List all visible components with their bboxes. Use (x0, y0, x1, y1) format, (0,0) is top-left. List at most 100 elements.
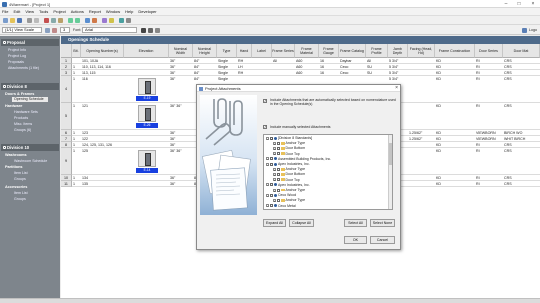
row-header[interactable]: 4 (61, 76, 72, 103)
grid-cell[interactable]: 135 (82, 182, 123, 186)
print-icon[interactable] (27, 18, 32, 23)
sidebar-section-division-10[interactable]: Division 10 (1, 144, 59, 151)
sidebar-item-hardware-sets[interactable]: Hardware Sets (14, 110, 38, 114)
column-header[interactable]: Jamb Depth (388, 44, 408, 58)
grid-cell[interactable]: Ceco (340, 71, 365, 75)
expand-icon[interactable]: + (273, 198, 276, 202)
italic-icon[interactable] (148, 27, 153, 33)
close-icon[interactable]: × (395, 85, 398, 92)
grid-cell[interactable]: BIRCH WO (504, 131, 539, 135)
column-header[interactable]: Facing (Head, Hd) (408, 44, 435, 58)
grid-cell[interactable]: 1 (73, 149, 80, 153)
sidebar-item-project-log[interactable]: Project Log (8, 54, 26, 58)
grid-cell[interactable]: 36" (170, 71, 192, 75)
sidebar-sub-accessories[interactable]: Accessories (5, 185, 27, 189)
sidebar-section-division-8[interactable]: Division 8 (1, 83, 59, 90)
grid-cell[interactable]: Daybar (340, 59, 365, 63)
undo-icon[interactable] (68, 18, 73, 23)
expand-icon[interactable]: + (273, 146, 276, 150)
sidebar-sub-washrooms[interactable]: Washrooms (5, 153, 27, 157)
grid-cell[interactable]: RI (476, 182, 502, 186)
tree-checkbox[interactable] (277, 141, 280, 145)
sort-icon[interactable] (102, 18, 107, 23)
column-header[interactable]: Label (252, 44, 272, 58)
grid-cell[interactable]: 1 (73, 65, 80, 69)
grid-cell[interactable]: Ceco (340, 65, 365, 69)
menu-edit[interactable]: Edit (13, 9, 20, 14)
grid-cell[interactable]: RH (238, 71, 251, 75)
grid-cell[interactable]: SU (367, 71, 387, 75)
grid-icon[interactable] (45, 27, 50, 33)
tree-checkbox[interactable] (277, 188, 280, 192)
tree-checkbox[interactable] (277, 172, 280, 176)
cut-icon[interactable] (44, 18, 49, 23)
menu-tools[interactable]: Tools (39, 9, 48, 14)
grid-cell[interactable]: CRS (504, 59, 539, 63)
grid-cell[interactable]: 16 (320, 65, 338, 69)
collapse-icon[interactable]: − (266, 162, 269, 166)
grid-cell[interactable]: CRS (504, 77, 539, 81)
expand-icon[interactable]: + (273, 178, 276, 182)
grid-cell[interactable]: 124, 125, 131, 126 (82, 143, 123, 147)
tree-node[interactable]: − Ceco Metal (266, 204, 296, 209)
font-select[interactable]: Arial (82, 27, 137, 33)
new-icon[interactable] (3, 18, 8, 23)
tree-checkbox[interactable] (277, 146, 280, 150)
column-header[interactable]: Type (217, 44, 237, 58)
manual-attachments-checkbox[interactable]: ✓ (263, 125, 267, 129)
zoom-select[interactable]: 3 (60, 27, 70, 33)
grid-cell[interactable]: 16 (320, 71, 338, 75)
elevation-drawing[interactable] (138, 105, 156, 122)
grid-cell[interactable]: 5 3/4" (389, 77, 407, 81)
menu-actions[interactable]: Actions (71, 9, 84, 14)
grid-cell[interactable]: 36" 36" (170, 104, 192, 108)
grid-cell[interactable]: Single (218, 59, 236, 63)
sidebar-sub-hardware[interactable]: Hardware (5, 104, 22, 108)
grid-cell[interactable]: CRS (504, 149, 539, 153)
sidebar-item-attachments[interactable]: Attachments (1 file) (8, 66, 39, 70)
filter-icon[interactable] (109, 18, 114, 23)
collapse-icon[interactable]: − (266, 204, 269, 208)
sidebar-item-misc-items[interactable]: Misc. Items (14, 122, 32, 126)
view-scale-select[interactable]: (1/1) View Scale (2, 27, 42, 33)
menu-window[interactable]: Window (106, 9, 120, 14)
sidebar-item-proposals[interactable]: Proposals (8, 60, 24, 64)
settings-icon[interactable] (126, 18, 131, 23)
grid-cell[interactable]: 36" 36" (170, 149, 192, 153)
column-header[interactable]: Hand (237, 44, 252, 58)
grid-cell[interactable]: 5 3/4" (389, 65, 407, 69)
menu-developer[interactable]: Developer (138, 9, 156, 14)
column-header[interactable]: Opening Number(s) (81, 44, 124, 58)
redo-icon[interactable] (75, 18, 80, 23)
cancel-button[interactable]: Cancel (370, 236, 395, 244)
grid-cell[interactable]: 36" (170, 176, 192, 180)
grid-cell[interactable]: RI (476, 71, 502, 75)
column-header[interactable]: Frame Profile (366, 44, 388, 58)
minimize-icon[interactable]: – (500, 0, 512, 8)
row-header[interactable]: 11 (61, 181, 72, 187)
tree-scrollbar[interactable] (388, 135, 392, 209)
grid-cell[interactable]: 122 (82, 137, 123, 141)
auto-attachments-checkbox[interactable]: ✓ (263, 99, 267, 103)
tree-checkbox[interactable]: ✓ (270, 136, 274, 140)
collapse-all-button[interactable]: Collapse All (289, 219, 314, 227)
tree-checkbox[interactable] (270, 183, 273, 187)
grid-cell[interactable]: 84" (194, 65, 216, 69)
sidebar-sub-partitions[interactable]: Partitions (5, 165, 23, 169)
column-header[interactable]: Door Mat (503, 44, 540, 58)
grid-cell[interactable]: 1.25/62" (409, 137, 434, 141)
column-header[interactable]: Door Series (475, 44, 503, 58)
grid-cell[interactable]: 36" (170, 137, 192, 141)
select-none-button[interactable]: Select None (370, 219, 395, 227)
sidebar-item-accessories-list[interactable]: Item List (14, 191, 28, 195)
grid-cell[interactable]: 36" (170, 65, 192, 69)
sidebar-item-partitions-groups[interactable]: Groups (14, 177, 26, 181)
tree-checkbox[interactable] (277, 178, 280, 182)
grid-cell[interactable]: KD (436, 137, 474, 141)
grid-cell[interactable]: 123 (82, 131, 123, 135)
grid-cell[interactable]: 36" (170, 131, 192, 135)
grid-cell[interactable]: 113, 115 (82, 71, 123, 75)
row-header[interactable]: 9 (61, 148, 72, 175)
column-header[interactable]: Frame Gauge (319, 44, 339, 58)
menu-view[interactable]: View (25, 9, 34, 14)
